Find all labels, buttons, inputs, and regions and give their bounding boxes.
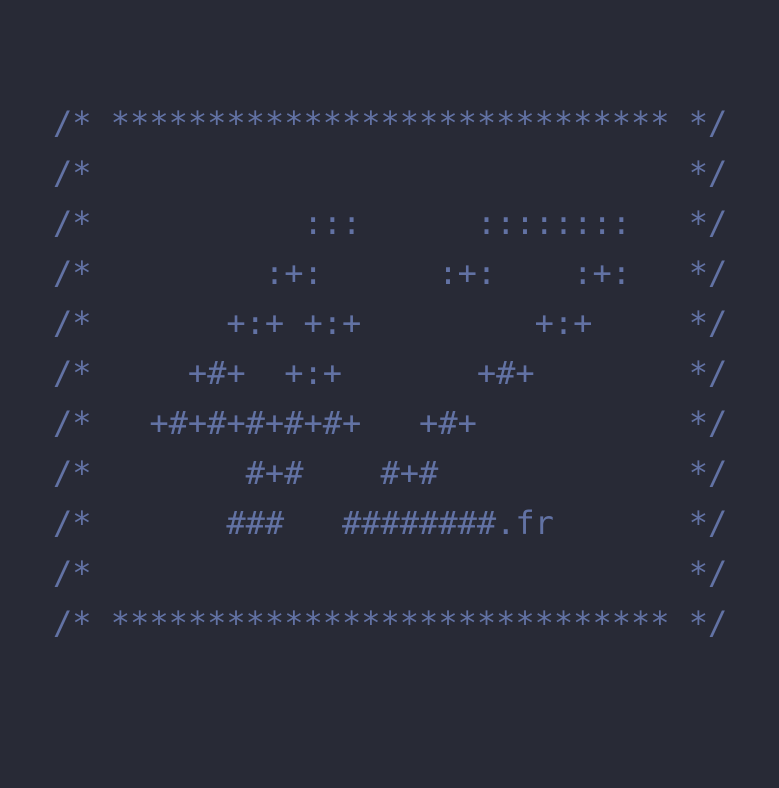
header-line: /* +#+ +:+ +#+ */	[53, 354, 728, 392]
header-line: /* +:+ +:+ +:+ */	[53, 304, 728, 342]
header-line: /* ***************************** */	[53, 604, 728, 642]
header-line: /* */	[53, 154, 728, 192]
header-line: /* #+# #+# */	[53, 454, 728, 492]
editor-screen: /* ***************************** */ /* */…	[0, 0, 779, 788]
header-line: /* ::: :::::::: */	[53, 204, 728, 242]
header-line: /* +#+#+#+#+#+ +#+ */	[53, 404, 728, 442]
header-line: /* :+: :+: :+: */	[53, 254, 728, 292]
ascii-header-comment: /* ***************************** */ /* */…	[53, 98, 727, 648]
header-line: /* */	[53, 554, 728, 592]
header-line: /* ### ########.fr */	[53, 504, 728, 542]
header-line: /* ***************************** */	[53, 104, 728, 142]
